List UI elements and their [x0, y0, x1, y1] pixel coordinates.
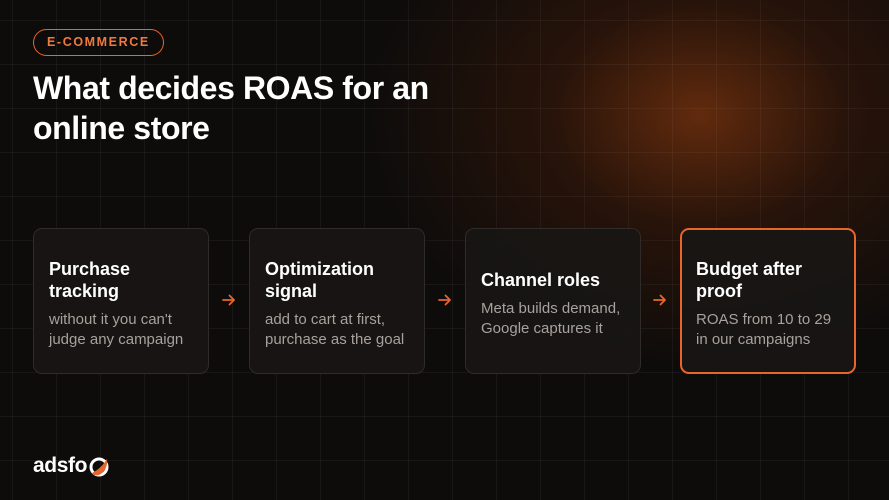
step-card-budget-after-proof: Budget after proof ROAS from 10 to 29 in… — [680, 228, 856, 374]
step-card-channel-roles: Channel roles Meta builds demand, Google… — [465, 228, 641, 374]
brand-wordmark: adsfo — [33, 454, 88, 477]
step-title: Optimization signal — [265, 258, 374, 301]
step-description: without it you can't judge any campaign — [49, 310, 184, 349]
arrow-right-icon — [653, 294, 666, 306]
brand-logo: adsfo — [33, 454, 110, 478]
step-card-purchase-tracking: Purchase tracking without it you can't j… — [33, 228, 209, 374]
step-card-optimization-signal: Optimization signal add to cart at first… — [249, 228, 425, 374]
step-description: add to cart at first, purchase as the go… — [265, 310, 405, 349]
step-title: Channel roles — [481, 269, 601, 290]
step-title: Purchase tracking — [49, 258, 131, 301]
fox-tail-icon — [89, 457, 109, 476]
page-title: What decides ROAS for an online store — [33, 70, 429, 146]
category-badge: E-COMMERCE — [33, 29, 164, 56]
step-description: ROAS from 10 to 29 in our campaigns — [696, 310, 832, 349]
step-description: Meta builds demand, Google captures it — [481, 299, 621, 338]
arrow-right-icon — [438, 294, 451, 306]
arrow-right-icon — [222, 294, 235, 306]
step-title: Budget after proof — [696, 258, 803, 301]
